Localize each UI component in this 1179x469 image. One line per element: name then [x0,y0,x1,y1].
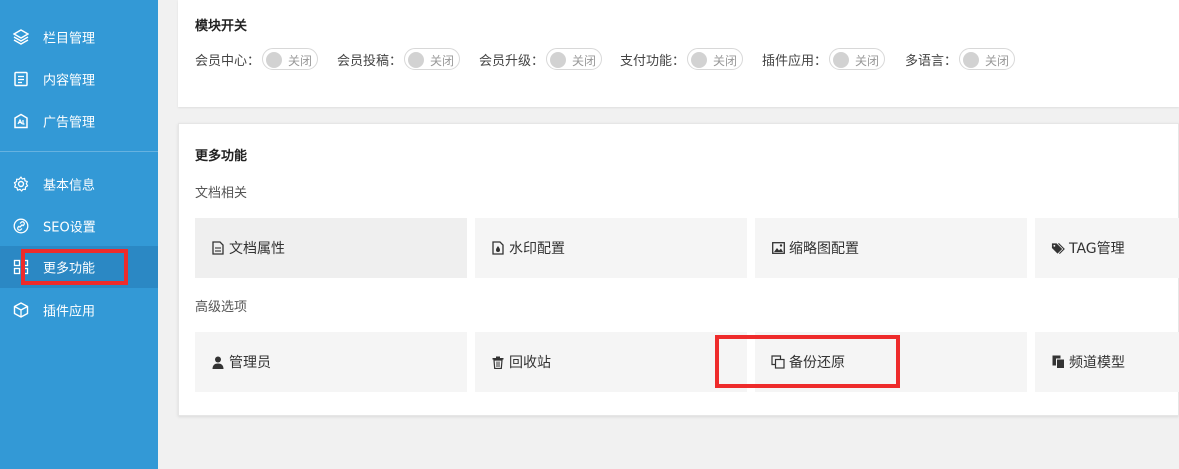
image-icon [771,241,785,255]
module-label: 插件应用： [762,53,828,69]
sidebar-item-label: 广告管理 [43,115,96,131]
link-icon [12,217,30,235]
sidebar-item-label: 基本信息 [43,178,96,194]
tile-tag-manage[interactable]: TAG管理 [1035,218,1179,278]
module-label: 会员升级： [479,53,545,69]
module-label: 多语言： [905,53,958,69]
toggle-switch[interactable]: 关闭 [546,48,603,70]
tile-thumbnail[interactable]: 缩略图配置 [755,218,1027,278]
tags-icon [1051,241,1065,255]
tile-label: 频道模型 [1069,355,1125,371]
tile-channel-model[interactable]: 频道模型 [1035,332,1179,392]
highlight-box [715,335,900,388]
watermark-icon [491,241,505,255]
toggle-state: 关闭 [855,54,880,68]
sidebar-item-label: 插件应用 [43,304,96,320]
toggle-state: 关闭 [985,54,1010,68]
module-switch-panel: 模块开关 会员中心： 关闭 会员投稿： 关闭 会员升级： 关闭 支付功能： 关闭… [178,0,1179,107]
module-switch-title: 模块开关 [195,19,248,34]
module-member-center: 会员中心： 关闭 [195,47,319,71]
module-label: 支付功能： [620,53,686,69]
sidebar-divider [0,151,158,152]
module-member-upgrade: 会员升级： 关闭 [479,47,603,71]
sidebar-item-basic-info[interactable]: 基本信息 [0,163,158,205]
toggle-knob [550,52,567,68]
toggle-switch[interactable]: 关闭 [959,48,1016,70]
gear-icon [12,175,30,193]
tile-label: 管理员 [229,355,271,371]
toggle-knob [266,52,283,68]
toggle-state: 关闭 [572,54,597,68]
user-icon [211,355,225,369]
adv-section-title: 高级选项 [195,300,248,315]
layers-icon [12,28,30,46]
more-features-title: 更多功能 [195,149,248,164]
clone-icon [1051,355,1065,369]
toggle-knob [833,52,850,68]
module-plugins: 插件应用： 关闭 [762,47,886,71]
doc-section-title: 文档相关 [195,186,248,201]
toggle-switch[interactable]: 关闭 [404,48,461,70]
tile-recycle-bin[interactable]: 回收站 [475,332,747,392]
module-label: 会员投稿： [337,53,403,69]
more-features-panel: 更多功能 文档相关 文档属性 水印配置 缩略图配置 TAG管理 高级选项 管理员… [178,123,1179,416]
highlight-box [21,249,128,285]
tile-label: 缩略图配置 [789,241,859,257]
document-icon [12,70,30,88]
toggle-knob [691,52,708,68]
toggle-switch[interactable]: 关闭 [687,48,744,70]
toggle-state: 关闭 [713,54,738,68]
module-payment: 支付功能： 关闭 [620,47,744,71]
toggle-switch[interactable]: 关闭 [829,48,886,70]
file-icon [211,241,225,255]
module-label: 会员中心： [195,53,261,69]
sidebar-item-plugins[interactable]: 插件应用 [0,289,158,331]
tile-label: 水印配置 [509,241,565,257]
sidebar-item-label: 栏目管理 [43,31,96,47]
toggle-knob [408,52,425,68]
sidebar-item-ads[interactable]: 广告管理 [0,100,158,142]
toggle-knob [963,52,980,68]
tile-doc-attributes[interactable]: 文档属性 [195,218,467,278]
ad-icon [12,112,30,130]
module-multilang: 多语言： 关闭 [905,47,1016,71]
tile-label: TAG管理 [1069,241,1125,257]
tile-label: 文档属性 [229,241,285,257]
sidebar-item-seo[interactable]: SEO设置 [0,205,158,247]
sidebar-item-content[interactable]: 内容管理 [0,58,158,100]
tile-watermark[interactable]: 水印配置 [475,218,747,278]
sidebar: 栏目管理 内容管理 广告管理 基本信息 SEO设置 更多功能 插件应用 [0,0,158,469]
sidebar-item-label: 内容管理 [43,73,96,89]
toggle-switch[interactable]: 关闭 [262,48,319,70]
sidebar-item-label: SEO设置 [43,220,96,236]
sidebar-item-columns[interactable]: 栏目管理 [0,16,158,58]
toggle-state: 关闭 [288,54,313,68]
trash-icon [491,355,505,369]
module-member-submit: 会员投稿： 关闭 [337,47,461,71]
toggle-state: 关闭 [430,54,455,68]
tile-admin[interactable]: 管理员 [195,332,467,392]
cube-icon [12,301,30,319]
tile-label: 回收站 [509,355,551,371]
